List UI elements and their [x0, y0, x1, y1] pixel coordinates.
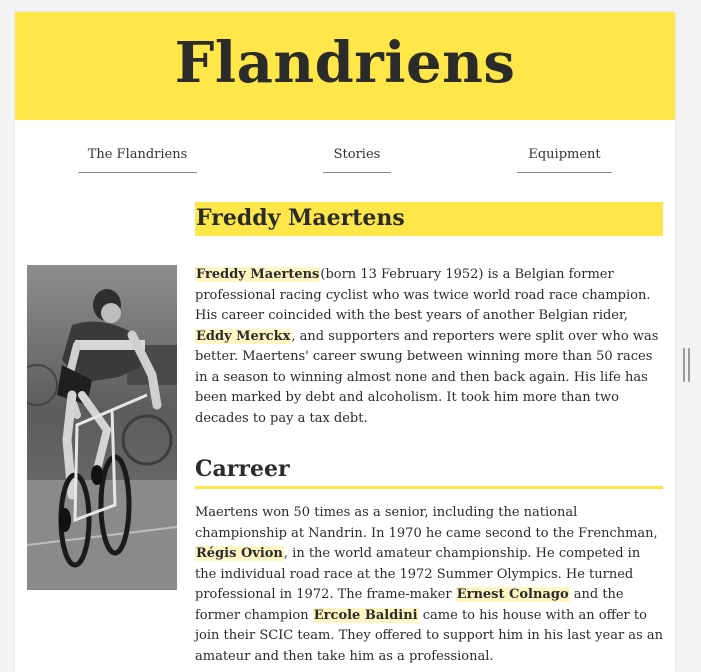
highlight-ernest-colnago: Ernest Colnago	[455, 587, 570, 602]
career-text-1: Maertens won 50 times as a senior, inclu…	[195, 505, 658, 541]
scrollbar-grip-line	[688, 348, 690, 382]
career-paragraph: Maertens won 50 times as a senior, inclu…	[195, 503, 665, 667]
highlight-name: Freddy Maertens	[195, 267, 321, 282]
site-header: Flandriens	[15, 12, 675, 120]
highlight-ercole-baldini: Ercole Baldini	[312, 607, 419, 623]
scrollbar-grip-line	[683, 348, 685, 382]
scrollbar-handle[interactable]	[683, 348, 691, 382]
highlight-regis-ovion: Régis Ovion	[195, 546, 284, 561]
site-title: Flandriens	[174, 30, 516, 96]
nav-item-equipment[interactable]: Equipment	[517, 146, 612, 173]
main-nav: The Flandriens Stories Equipment	[15, 146, 675, 186]
career-heading: Carreer	[195, 456, 663, 489]
article-title: Freddy Maertens	[195, 202, 663, 236]
page: Flandriens The Flandriens Stories Equipm…	[15, 12, 675, 672]
highlight-eddy-merckx: Eddy Merckx	[195, 328, 292, 344]
nav-item-stories[interactable]: Stories	[323, 146, 391, 173]
cyclist-photo	[27, 265, 177, 590]
nav-item-the-flandriens[interactable]: The Flandriens	[78, 146, 197, 173]
intro-paragraph: Freddy Maertens(born 13 February 1952) i…	[195, 265, 665, 429]
